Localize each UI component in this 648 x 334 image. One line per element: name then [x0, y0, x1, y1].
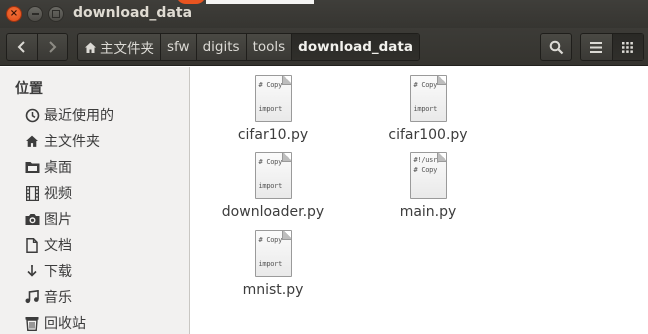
- download-arrow-icon: [24, 263, 40, 279]
- title-bar: × download_data: [0, 0, 648, 28]
- file-name: mnist.py: [242, 282, 304, 298]
- breadcrumb-home[interactable]: 主文件夹: [78, 34, 160, 60]
- maximize-window-button[interactable]: [48, 6, 64, 22]
- toolbar: 主文件夹 sfw digits tools download_data: [0, 28, 648, 66]
- forward-button[interactable]: [36, 34, 68, 60]
- file-grid: # Copy import cifar10.py # Copy import c…: [191, 67, 648, 334]
- sidebar-item-home[interactable]: 主文件夹: [24, 130, 100, 152]
- file-item-cifar100[interactable]: # Copy import cifar100.py: [358, 75, 498, 143]
- history-nav: [6, 33, 68, 61]
- breadcrumb-tools[interactable]: tools: [245, 34, 292, 60]
- back-button[interactable]: [7, 34, 37, 60]
- sidebar-item-label: 回收站: [44, 316, 86, 332]
- file-item-main[interactable]: #!/usr/ # Copy main.py: [358, 152, 498, 220]
- file-name: main.py: [399, 204, 457, 220]
- overlapping-window-edge: [176, 0, 206, 4]
- desktop-icon: [24, 159, 40, 175]
- file-item-mnist[interactable]: # Copy import mnist.py: [203, 230, 343, 298]
- python-file-icon: # Copy import: [254, 230, 292, 277]
- close-window-button[interactable]: ×: [6, 6, 22, 22]
- minimize-window-button[interactable]: [27, 6, 43, 22]
- python-file-icon: #!/usr/ # Copy: [409, 152, 447, 199]
- sidebar-item-label: 桌面: [44, 160, 72, 176]
- overlapping-window-edge-light: [206, 0, 314, 4]
- python-file-icon: # Copy import: [254, 75, 292, 122]
- recent-icon: [24, 107, 40, 123]
- sidebar-item-label: 图片: [44, 212, 72, 228]
- python-file-icon: # Copy import: [254, 152, 292, 199]
- home-icon: [24, 133, 40, 149]
- python-file-icon: # Copy import: [409, 75, 447, 122]
- sidebar-item-documents[interactable]: 文档: [24, 234, 72, 256]
- sidebar: 位置 最近使用的 主文件夹 桌面 视频 图片 文档 下载 音乐 回收站: [0, 67, 190, 334]
- search-button[interactable]: [540, 33, 572, 61]
- sidebar-item-pictures[interactable]: 图片: [24, 208, 72, 230]
- sidebar-item-label: 音乐: [44, 290, 72, 306]
- document-icon: [24, 237, 40, 253]
- sidebar-item-downloads[interactable]: 下载: [24, 260, 72, 282]
- file-name: cifar10.py: [237, 127, 309, 143]
- breadcrumb-download-data[interactable]: download_data: [291, 34, 419, 60]
- breadcrumb-sfw[interactable]: sfw: [160, 34, 196, 60]
- chevron-left-icon: [17, 41, 25, 53]
- sidebar-item-trash[interactable]: 回收站: [24, 312, 86, 334]
- list-view-icon: [590, 41, 603, 53]
- sidebar-item-label: 下载: [44, 264, 72, 280]
- file-item-downloader[interactable]: # Copy import downloader.py: [203, 152, 343, 220]
- sidebar-item-recent[interactable]: 最近使用的: [24, 104, 114, 126]
- breadcrumb-digits[interactable]: digits: [195, 34, 246, 60]
- grid-view-button[interactable]: [611, 34, 643, 60]
- breadcrumb-label: 主文件夹: [100, 41, 154, 57]
- chevron-right-icon: [49, 41, 57, 53]
- file-item-cifar10[interactable]: # Copy import cifar10.py: [203, 75, 343, 143]
- file-name: downloader.py: [221, 204, 325, 220]
- search-icon: [549, 40, 563, 54]
- sidebar-item-videos[interactable]: 视频: [24, 182, 72, 204]
- trash-icon: [24, 315, 40, 331]
- sidebar-item-desktop[interactable]: 桌面: [24, 156, 72, 178]
- list-view-button[interactable]: [581, 34, 612, 60]
- sidebar-item-label: 主文件夹: [44, 134, 100, 150]
- window-title: download_data: [73, 5, 193, 21]
- camera-icon: [24, 211, 40, 227]
- view-toggle: [580, 33, 644, 61]
- grid-view-icon: [622, 41, 634, 53]
- file-name: cifar100.py: [388, 127, 468, 143]
- sidebar-heading-places: 位置: [15, 81, 43, 97]
- video-icon: [24, 185, 40, 201]
- music-note-icon: [24, 289, 40, 305]
- sidebar-item-music[interactable]: 音乐: [24, 286, 72, 308]
- home-icon: [85, 42, 96, 53]
- sidebar-item-label: 最近使用的: [44, 108, 114, 124]
- sidebar-item-label: 视频: [44, 186, 72, 202]
- sidebar-item-label: 文档: [44, 238, 72, 254]
- breadcrumb: 主文件夹 sfw digits tools download_data: [77, 33, 420, 61]
